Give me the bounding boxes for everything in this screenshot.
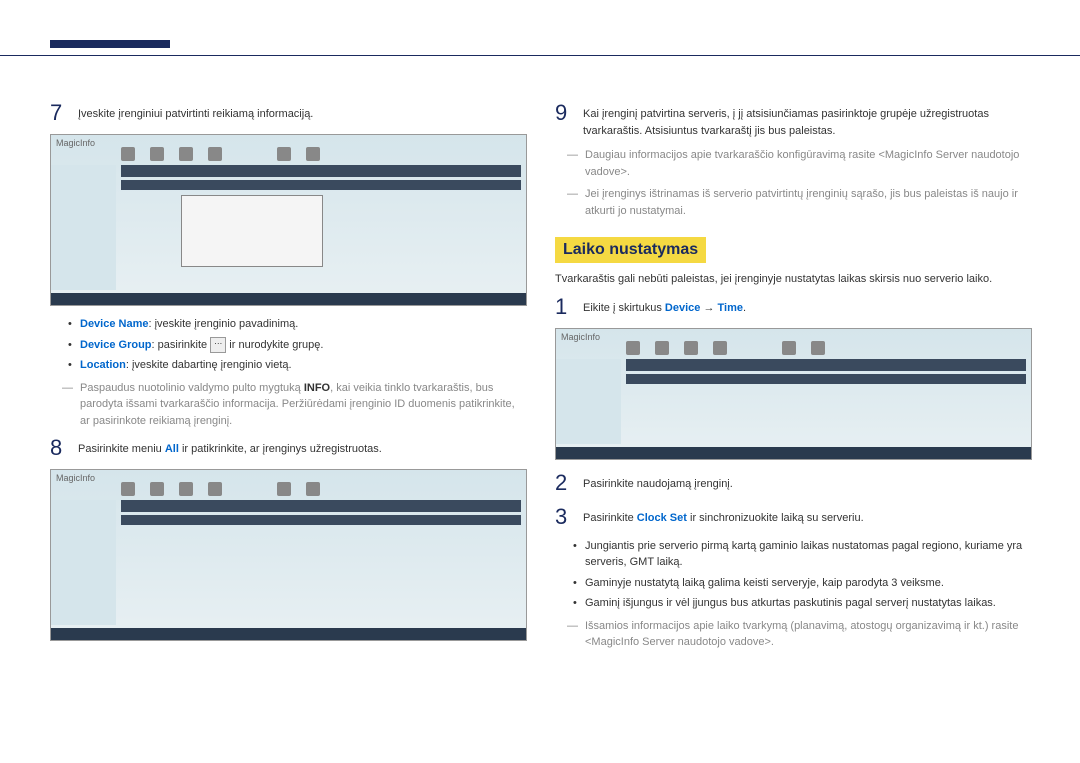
step-text: Pasirinkite naudojamą įrenginį.	[583, 470, 733, 496]
step-number: 1	[555, 294, 571, 320]
step-number: 9	[555, 100, 571, 139]
step-3: 3 Pasirinkite Clock Set ir sinchronizuoki…	[555, 504, 1030, 530]
screenshot-time	[555, 328, 1032, 460]
column-left: 7 Įveskite įrenginiui patvirtinti reikiam…	[50, 100, 525, 657]
step-number: 8	[50, 435, 66, 461]
step-text: Įveskite įrenginiui patvirtinti reikiamą…	[78, 100, 313, 126]
bullet-device-name: Device Name: įveskite įrenginio pavadini…	[50, 316, 525, 333]
column-right: 9 Kai įrenginį patvirtina serveris, į jį …	[555, 100, 1030, 657]
section-heading: Laiko nustatymas	[555, 237, 706, 263]
screenshot-8	[50, 469, 527, 641]
note-time-mgmt: Išsamios informacijos apie laiko tvarkym…	[555, 618, 1030, 651]
note-info-button: Paspaudus nuotolinio valdymo pulto mygtu…	[50, 380, 525, 430]
step-number: 3	[555, 504, 571, 530]
step-text: Pasirinkite meniu All ir patikrinkite, a…	[78, 435, 382, 461]
note-delete: Jei įrenginys ištrinamas iš serverio pat…	[555, 186, 1030, 219]
section-intro: Tvarkaraštis gali nebūti paleistas, jei …	[555, 271, 1030, 294]
header-accent	[50, 40, 170, 48]
step-number: 7	[50, 100, 66, 126]
step-text: Pasirinkite Clock Set ir sinchronizuokit…	[583, 504, 864, 530]
note-config: Daugiau informacijos apie tvarkaraščio k…	[555, 147, 1030, 180]
step-9: 9 Kai įrenginį patvirtina serveris, į jį …	[555, 100, 1030, 139]
header-divider	[0, 55, 1080, 56]
bullet-location: Location: įveskite dabartinę įrenginio v…	[50, 357, 525, 374]
step-2: 2 Pasirinkite naudojamą įrenginį.	[555, 470, 1030, 496]
bullet-gmt: Jungiantis prie serverio pirmą kartą gam…	[555, 538, 1030, 571]
bullet-server-change: Gaminyje nustatytą laiką galima keisti s…	[555, 575, 1030, 592]
step-7: 7 Įveskite įrenginiui patvirtinti reikiam…	[50, 100, 525, 126]
step-number: 2	[555, 470, 571, 496]
step-8: 8 Pasirinkite meniu All ir patikrinkite, …	[50, 435, 525, 461]
bullet-device-group: Device Group: pasirinkite ⋯ ir nurodykit…	[50, 337, 525, 354]
step-text: Eikite į skirtukus Device → Time.	[583, 294, 746, 320]
step-text: Kai įrenginį patvirtina serveris, į jį a…	[583, 100, 1030, 139]
group-picker-icon: ⋯	[210, 337, 226, 353]
content-columns: 7 Įveskite įrenginiui patvirtinti reikiam…	[50, 100, 1030, 657]
page: 7 Įveskite įrenginiui patvirtinti reikiam…	[0, 0, 1080, 763]
screenshot-7	[50, 134, 527, 306]
step-1: 1 Eikite į skirtukus Device → Time.	[555, 294, 1030, 320]
bullet-restore: Gaminį išjungus ir vėl įjungus bus atkur…	[555, 595, 1030, 612]
